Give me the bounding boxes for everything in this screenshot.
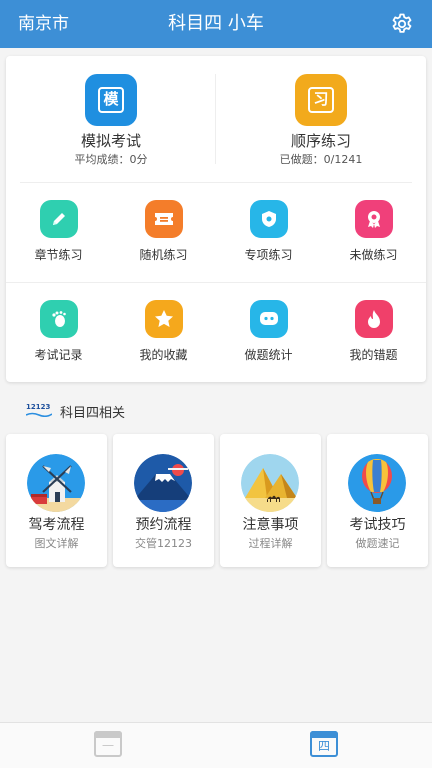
balloon-icon xyxy=(348,454,406,512)
mock-exam-button[interactable]: 模 模拟考试 平均成绩：0分 xyxy=(6,56,216,182)
sequential-practice-label: 顺序练习 xyxy=(290,132,351,150)
city-selector[interactable]: 南京市 xyxy=(18,0,69,48)
main-card: 模 模拟考试 平均成绩：0分 习 顺序练习 已做题：0/1241 章节练习 随机 xyxy=(6,56,426,382)
calendar-one-icon: 一 xyxy=(94,731,122,757)
favorites-button[interactable]: 我的收藏 xyxy=(111,284,216,384)
card-title: 注意事项 xyxy=(242,517,299,533)
exam-icon-glyph: 模 xyxy=(98,87,124,113)
card-subtitle: 交管12123 xyxy=(135,537,192,550)
tab-subject-four[interactable]: 四 xyxy=(308,729,340,759)
mount-fuji-icon xyxy=(134,454,192,512)
pencil-icon xyxy=(40,200,78,238)
special-practice-label: 专项练习 xyxy=(244,248,293,262)
questions-done: 已做题：0/1241 xyxy=(279,153,363,166)
practice-grid-row-2: 考试记录 我的收藏 做题统计 我的错题 xyxy=(6,284,426,384)
card-subtitle: 图文详解 xyxy=(34,537,79,550)
footprint-icon xyxy=(40,300,78,338)
tab-glyph: 四 xyxy=(317,739,330,753)
windmill-icon xyxy=(27,454,85,512)
card-title: 预约流程 xyxy=(135,517,192,533)
wrong-questions-label: 我的错题 xyxy=(349,348,398,362)
random-practice-label: 随机练习 xyxy=(139,248,188,262)
practice-icon: 习 xyxy=(295,74,347,126)
divider xyxy=(6,282,426,283)
card-subtitle: 过程详解 xyxy=(248,537,293,550)
exam-icon: 模 xyxy=(85,74,137,126)
star-icon xyxy=(145,300,183,338)
favorites-label: 我的收藏 xyxy=(139,348,188,362)
exam-records-button[interactable]: 考试记录 xyxy=(6,284,111,384)
badge-icon xyxy=(355,200,393,238)
pyramid-icon xyxy=(241,454,299,512)
sequential-practice-button[interactable]: 习 顺序练习 已做题：0/1241 xyxy=(216,56,426,182)
tab-subject-one[interactable]: 一 xyxy=(92,729,124,759)
exam-records-label: 考试记录 xyxy=(34,348,83,362)
exam-practice-row: 模 模拟考试 平均成绩：0分 习 顺序练习 已做题：0/1241 xyxy=(6,56,426,182)
related-section-header: 12123 科目四相关 xyxy=(26,400,125,422)
gear-icon[interactable] xyxy=(390,12,414,36)
top-bar: 南京市 科目四 小车 xyxy=(0,0,432,48)
fire-icon xyxy=(355,300,393,338)
booking-process-card[interactable]: 预约流程 交管12123 xyxy=(113,434,214,567)
statistics-button[interactable]: 做题统计 xyxy=(216,284,321,384)
notice-card[interactable]: 注意事项 过程详解 xyxy=(220,434,321,567)
12123-logo: 12123 xyxy=(26,403,52,419)
practice-grid-row-1: 章节练习 随机练习 专项练习 未做练习 xyxy=(6,184,426,284)
undone-practice-button[interactable]: 未做练习 xyxy=(321,184,426,284)
driving-test-process-card[interactable]: 驾考流程 图文详解 xyxy=(6,434,107,567)
tab-glyph: 一 xyxy=(101,739,114,753)
card-title: 考试技巧 xyxy=(349,517,406,533)
undone-practice-label: 未做练习 xyxy=(349,248,398,262)
shield-icon xyxy=(250,200,288,238)
logo-text: 12123 xyxy=(26,403,51,411)
chapter-practice-label: 章节练习 xyxy=(34,248,83,262)
random-practice-button[interactable]: 随机练习 xyxy=(111,184,216,284)
average-score: 平均成绩：0分 xyxy=(74,153,148,166)
divider xyxy=(20,182,412,183)
card-title: 驾考流程 xyxy=(28,517,85,533)
special-practice-button[interactable]: 专项练习 xyxy=(216,184,321,284)
section-title: 科目四相关 xyxy=(60,405,126,421)
bottom-nav: 一 四 xyxy=(0,722,432,768)
card-subtitle: 做题速记 xyxy=(355,537,400,550)
mock-exam-label: 模拟考试 xyxy=(80,132,141,150)
chapter-practice-button[interactable]: 章节练习 xyxy=(6,184,111,284)
ticket-icon xyxy=(145,200,183,238)
statistics-label: 做题统计 xyxy=(244,348,293,362)
wrong-questions-button[interactable]: 我的错题 xyxy=(321,284,426,384)
chat-icon xyxy=(250,300,288,338)
exam-tips-card[interactable]: 考试技巧 做题速记 xyxy=(327,434,428,567)
practice-icon-glyph: 习 xyxy=(308,87,334,113)
calendar-four-icon: 四 xyxy=(310,731,338,757)
